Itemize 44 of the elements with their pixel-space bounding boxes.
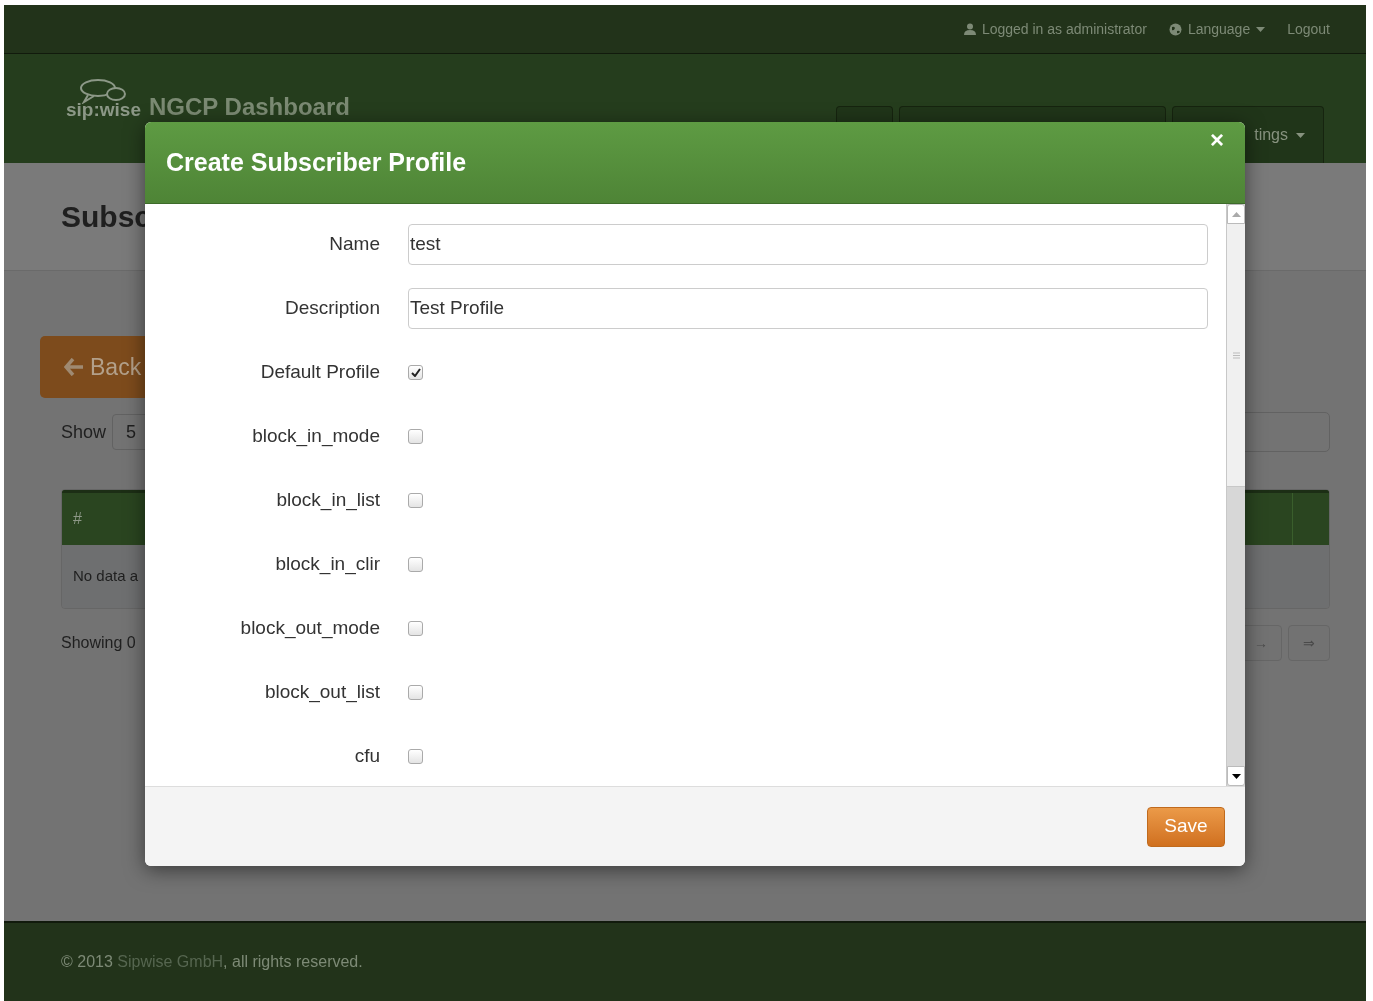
checkbox[interactable] [408,620,423,636]
logged-in-text: Logged in as administrator [981,19,1147,39]
show-label: Show [61,420,107,444]
checkmark-icon [410,367,421,377]
logout-link[interactable]: Logout [1287,18,1330,40]
checkbox[interactable] [408,492,423,508]
field-label: block_in_clir [274,551,380,577]
page-heading: Subsc [61,199,152,235]
field-label: block_out_mode [239,615,380,641]
showing-text: Showing 0 [61,633,136,653]
logo: sip:wise [66,78,141,119]
save-button[interactable]: Save [1147,806,1225,847]
caret-icon [1296,132,1305,138]
pager-button[interactable]: ⇒ [1288,625,1330,661]
table-header-cell-text: # [72,509,82,529]
field-label: block_in_mode [251,423,380,449]
checkbox[interactable] [408,748,423,764]
text-field[interactable]: Test Profile [408,287,1208,329]
text-field[interactable]: test [408,223,1208,265]
globe-icon [1168,22,1182,36]
checkbox[interactable] [408,364,423,380]
checkbox[interactable] [408,684,423,700]
field-label: Description [283,295,380,320]
language-menu[interactable]: Language [1168,18,1266,40]
field-label: Default Profile [259,359,380,384]
field-label: Name [328,231,380,256]
field-label: block_out_list [263,679,380,705]
dialog-title: Create Subscriber Profile [166,146,467,178]
arrow-down-icon [1231,773,1241,779]
field-label: block_in_list [275,487,380,513]
caret-icon [1256,26,1266,32]
scrollbar[interactable] [1226,204,1245,786]
close-button[interactable]: × [1210,128,1224,152]
user-icon [963,23,976,35]
scrollbar-thumb[interactable] [1227,224,1245,487]
arrow-left-icon [64,358,84,376]
field-label: cfu [353,743,380,768]
grip-icon [1232,351,1240,359]
checkbox[interactable] [408,428,423,444]
app-title: NGCP Dashboard [149,95,350,119]
table-cell-text: No data a [72,566,139,587]
checkbox[interactable] [408,556,423,572]
speech-bubbles-icon [78,78,128,104]
arrow-up-icon [1231,211,1241,217]
